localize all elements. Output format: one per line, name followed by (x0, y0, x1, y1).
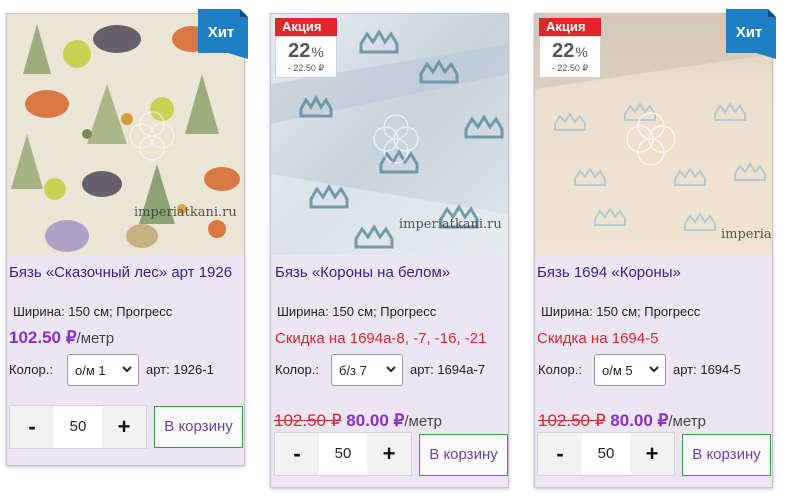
color-select-value: б/з 7 (339, 363, 367, 378)
watermark: imperiatkani.ru (134, 205, 237, 220)
sale-label: Акция (539, 18, 601, 36)
product-price: 102.50 ₽ 80.00 ₽/метр (538, 411, 706, 431)
price-unit: /метр (76, 330, 115, 347)
article-code: арт: 1694-5 (673, 362, 741, 377)
product-title[interactable]: Бязь «Сказочный лес» арт 1926 (9, 264, 232, 281)
sale-label: Акция (275, 18, 337, 36)
color-label: Колор.: (538, 362, 582, 377)
product-title[interactable]: Бязь 1694 «Короны» (537, 264, 681, 281)
quantity-input[interactable]: 50 (582, 433, 630, 475)
price-unit: /метр (404, 413, 442, 430)
product-price: 102.50 ₽/метр (9, 328, 114, 348)
chevron-down-icon (386, 366, 396, 373)
color-select-value: о/м 5 (602, 363, 633, 378)
article-code: арт: 1694а-7 (410, 362, 486, 377)
color-select[interactable]: о/м 1 (67, 354, 139, 386)
product-attributes: Ширина: 150 см; Прогресс (13, 304, 173, 319)
hit-label: Хит (736, 24, 763, 41)
add-to-cart-button[interactable]: В корзину (419, 434, 508, 476)
watermark: imperiatkani.ru (399, 217, 502, 232)
quantity-decrease-button[interactable]: - (275, 433, 319, 475)
percent-sign: % (311, 44, 324, 60)
old-price: 102.50 ₽ (538, 411, 606, 430)
new-price: 80.00 ₽ (610, 411, 669, 430)
quantity-stepper: - 50 + (537, 432, 675, 476)
quantity-decrease-button[interactable]: - (10, 406, 54, 448)
discount-note: Скидка на 1694-5 (537, 330, 659, 347)
sale-badge: Акция 22% - 22.50 ₽ (275, 18, 339, 80)
add-to-cart-button[interactable]: В корзину (154, 406, 243, 448)
sale-percent: 22 (288, 40, 311, 62)
sale-discount-box: 22% - 22.50 ₽ (539, 36, 601, 78)
hit-badge: Хит (198, 9, 248, 59)
quantity-stepper: - 50 + (274, 432, 412, 476)
price-value: 102.50 ₽ (9, 328, 77, 347)
quantity-decrease-button[interactable]: - (538, 433, 582, 475)
sale-amount: - 22.50 ₽ (551, 63, 589, 73)
old-price: 102.50 ₽ (274, 411, 342, 430)
new-price: 80.00 ₽ (346, 411, 405, 430)
percent-sign: % (575, 44, 588, 60)
article-code: арт: 1926-1 (146, 362, 214, 377)
quantity-increase-button[interactable]: + (630, 433, 674, 475)
quantity-input[interactable]: 50 (319, 433, 367, 475)
chevron-down-icon (649, 366, 659, 373)
product-card: imperiat Хит Акция 22% - 22.50 ₽ Бязь 16… (534, 9, 776, 488)
product-price: 102.50 ₽ 80.00 ₽/метр (274, 411, 442, 431)
sale-discount-box: 22% - 22.50 ₽ (275, 36, 337, 78)
sale-percent: 22 (552, 40, 575, 62)
quantity-increase-button[interactable]: + (102, 406, 146, 448)
color-select[interactable]: о/м 5 (594, 354, 666, 386)
quantity-increase-button[interactable]: + (367, 433, 411, 475)
product-attributes: Ширина: 150 см; Прогресс (277, 304, 437, 319)
quantity-stepper: - 50 + (9, 405, 147, 449)
hit-badge: Хит (726, 9, 776, 59)
watermark: imperiat (721, 227, 772, 242)
product-attributes: Ширина: 150 см; Прогресс (541, 304, 701, 319)
product-card: imperiatkani.ru Хит Бязь «Сказочный лес»… (6, 9, 248, 466)
product-card: imperiatkani.ru Акция 22% - 22.50 ₽ Бязь… (270, 13, 509, 488)
sale-badge: Акция 22% - 22.50 ₽ (539, 18, 603, 80)
add-to-cart-button[interactable]: В корзину (682, 434, 771, 476)
price-unit: /метр (668, 413, 706, 430)
hit-label: Хит (208, 24, 235, 41)
color-label: Колор.: (9, 362, 53, 377)
product-title[interactable]: Бязь «Короны на белом» (275, 264, 450, 281)
chevron-down-icon (122, 366, 132, 373)
quantity-input[interactable]: 50 (54, 406, 102, 448)
discount-note: Скидка на 1694а-8, -7, -16, -21 (275, 330, 487, 347)
sale-amount: - 22.50 ₽ (287, 63, 325, 73)
color-select-value: о/м 1 (75, 363, 106, 378)
color-select[interactable]: б/з 7 (331, 354, 403, 386)
color-label: Колор.: (275, 362, 319, 377)
